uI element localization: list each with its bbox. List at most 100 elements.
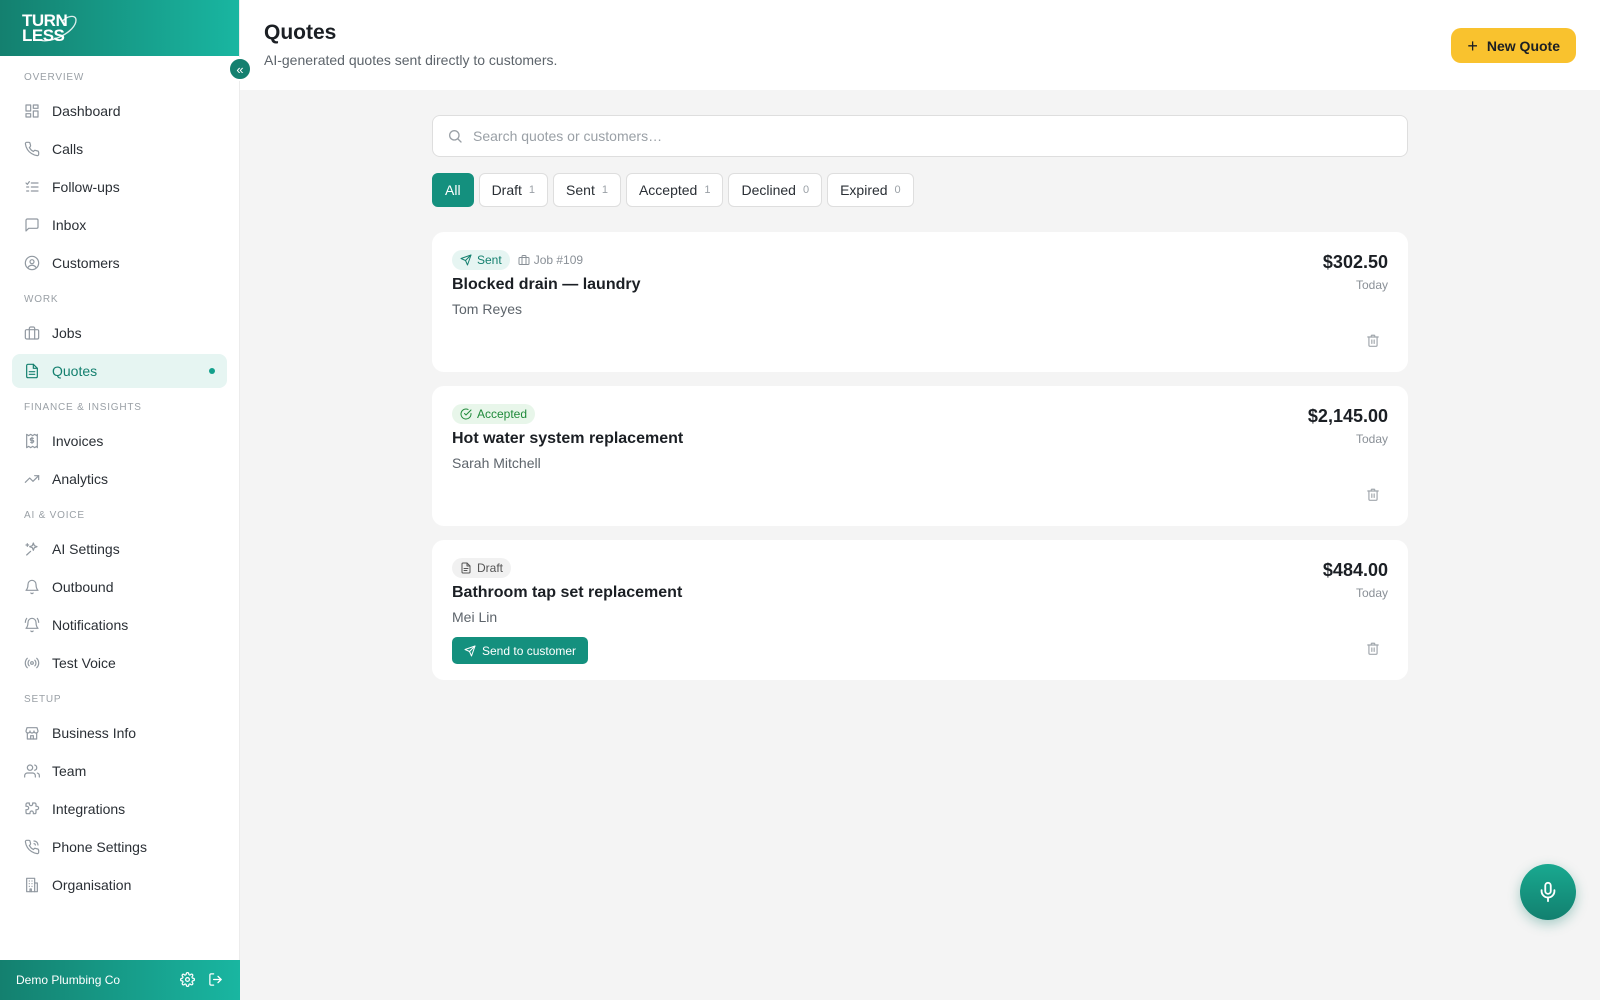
sidebar-item-dashboard[interactable]: Dashboard xyxy=(12,94,227,128)
sidebar-item-label: AI Settings xyxy=(52,541,120,557)
filter-sent[interactable]: Sent 1 xyxy=(553,173,621,207)
quote-card[interactable]: Draft Bathroom tap set replacement Mei Lin… xyxy=(432,540,1408,680)
sidebar-item-label: Inbox xyxy=(52,217,87,233)
filter-draft[interactable]: Draft 1 xyxy=(478,173,549,207)
filter-label: Draft xyxy=(491,182,522,198)
filter-label: Accepted xyxy=(638,182,698,198)
quote-customer: Sarah Mitchell xyxy=(452,455,541,471)
collapse-sidebar-button[interactable]: « xyxy=(228,57,252,81)
sidebar-item-outbound[interactable]: Outbound xyxy=(12,570,227,604)
quote-card[interactable]: Accepted Hot water system replacement Sara… xyxy=(432,386,1408,526)
filter-label: All xyxy=(445,182,461,198)
search-input[interactable] xyxy=(473,128,1393,144)
filter-label: Sent xyxy=(566,182,595,198)
bell-ring-icon xyxy=(24,617,40,633)
sidebar-item-test-voice[interactable]: Test Voice xyxy=(12,646,227,680)
broadcast-icon xyxy=(24,655,40,671)
search-bar xyxy=(432,115,1408,157)
sidebar-item-notifications[interactable]: Notifications xyxy=(12,608,227,642)
organization-name: Demo Plumbing Co xyxy=(16,973,121,987)
briefcase-icon xyxy=(24,325,40,341)
message-icon xyxy=(24,217,40,233)
filter-all[interactable]: All xyxy=(432,173,474,207)
filter-count: 0 xyxy=(802,184,810,196)
sidebar-item-quotes[interactable]: Quotes xyxy=(12,354,227,388)
voice-assistant-button[interactable] xyxy=(1520,864,1576,920)
logout-icon[interactable] xyxy=(208,972,224,988)
page-header: Quotes AI-generated quotes sent directly… xyxy=(240,0,1600,90)
quote-title: Bathroom tap set replacement xyxy=(452,584,683,601)
new-quote-button[interactable]: + New Quote xyxy=(1451,28,1576,63)
store-icon xyxy=(24,725,40,741)
quote-badges: Sent Job #109 xyxy=(452,250,1388,270)
status-badge-label: Accepted xyxy=(477,407,528,421)
status-badge: Draft xyxy=(452,558,512,578)
quote-list: Sent Job #109 Blocked drain — laundry Tom R… xyxy=(432,232,1408,680)
sidebar-footer: Demo Plumbing Co xyxy=(0,960,240,1000)
trash-icon[interactable] xyxy=(1366,487,1380,503)
filter-accepted[interactable]: Accepted 1 xyxy=(625,173,724,207)
filter-label: Expired xyxy=(840,182,888,198)
receipt-icon xyxy=(24,433,40,449)
filter-count: 0 xyxy=(894,184,901,196)
sidebar-item-label: Customers xyxy=(52,255,120,271)
trash-icon[interactable] xyxy=(1366,641,1380,657)
quote-card[interactable]: Sent Job #109 Blocked drain — laundry Tom R… xyxy=(432,232,1408,372)
building-icon xyxy=(24,877,40,893)
puzzle-icon xyxy=(24,801,40,817)
job-reference-label: Job #109 xyxy=(533,253,584,267)
nav-section-title: AI & VOICE xyxy=(24,510,85,521)
filter-label: Declined xyxy=(741,182,796,198)
sidebar-item-label: Phone Settings xyxy=(52,839,147,855)
trend-icon xyxy=(24,471,40,487)
sidebar-item-customers[interactable]: Customers xyxy=(12,246,227,280)
phone-icon xyxy=(24,141,40,157)
sidebar: TURN LESS « OVERVIEW Dashboard Calls Follow… xyxy=(0,0,252,1000)
send-button-label: Send to customer xyxy=(482,643,577,658)
gear-icon[interactable] xyxy=(180,972,196,988)
quote-badges: Accepted xyxy=(452,404,1388,424)
quote-title: Hot water system replacement xyxy=(452,430,684,447)
sidebar-item-invoices[interactable]: Invoices xyxy=(12,424,227,458)
bell-icon xyxy=(24,579,40,595)
sidebar-item-business-info[interactable]: Business Info xyxy=(12,716,227,750)
sparkles-icon xyxy=(24,541,40,557)
sidebar-item-phone-settings[interactable]: Phone Settings xyxy=(12,830,227,864)
sidebar-item-follow-ups[interactable]: Follow-ups xyxy=(12,170,227,204)
page-title: Quotes xyxy=(264,21,337,44)
job-reference[interactable]: Job #109 xyxy=(518,253,583,267)
sidebar-item-analytics[interactable]: Analytics xyxy=(12,462,227,496)
filter-declined[interactable]: Declined 0 xyxy=(728,173,823,207)
filter-count: 1 xyxy=(528,184,536,196)
status-badge: Accepted xyxy=(452,404,536,424)
logo-swoosh-icon xyxy=(39,15,77,42)
nav-section-ai-and-voice: AI & VOICE AI Settings Outbound Notificatio… xyxy=(12,510,227,680)
sidebar-item-label: Quotes xyxy=(52,363,98,379)
status-filters: All Draft 1 Sent 1 Accepted 1 Declined 0 Expired 0 xyxy=(432,173,1408,207)
quote-badges: Draft xyxy=(452,558,1388,578)
sidebar-item-integrations[interactable]: Integrations xyxy=(12,792,227,826)
nav-section-setup: SETUP Business Info Team Integrations Phone … xyxy=(12,694,227,902)
sidebar-item-calls[interactable]: Calls xyxy=(12,132,227,166)
filter-expired[interactable]: Expired 0 xyxy=(827,173,914,207)
sidebar-item-label: Dashboard xyxy=(52,103,121,119)
quotes-main: All Draft 1 Sent 1 Accepted 1 Declined 0 Expired 0… xyxy=(432,115,1408,694)
sidebar-item-ai-settings[interactable]: AI Settings xyxy=(12,532,227,566)
sidebar-item-inbox[interactable]: Inbox xyxy=(12,208,227,242)
list-check-icon xyxy=(24,179,40,195)
send-to-customer-button[interactable]: Send to customer xyxy=(452,637,589,664)
microphone-icon xyxy=(1540,881,1556,903)
sidebar-item-team[interactable]: Team xyxy=(12,754,227,788)
active-indicator-dot xyxy=(209,368,215,374)
sidebar-item-label: Invoices xyxy=(52,433,104,449)
sidebar-item-jobs[interactable]: Jobs xyxy=(12,316,227,350)
filter-count: 1 xyxy=(601,184,608,196)
trash-icon[interactable] xyxy=(1366,333,1380,349)
sidebar-item-organisation[interactable]: Organisation xyxy=(12,868,227,902)
sidebar-item-label: Test Voice xyxy=(52,655,116,671)
send-icon xyxy=(460,254,477,266)
logo[interactable]: TURN LESS xyxy=(22,12,77,44)
nav-section-title: SETUP xyxy=(24,694,62,705)
quote-customer: Mei Lin xyxy=(452,609,498,625)
phone-settings-icon xyxy=(24,839,40,855)
